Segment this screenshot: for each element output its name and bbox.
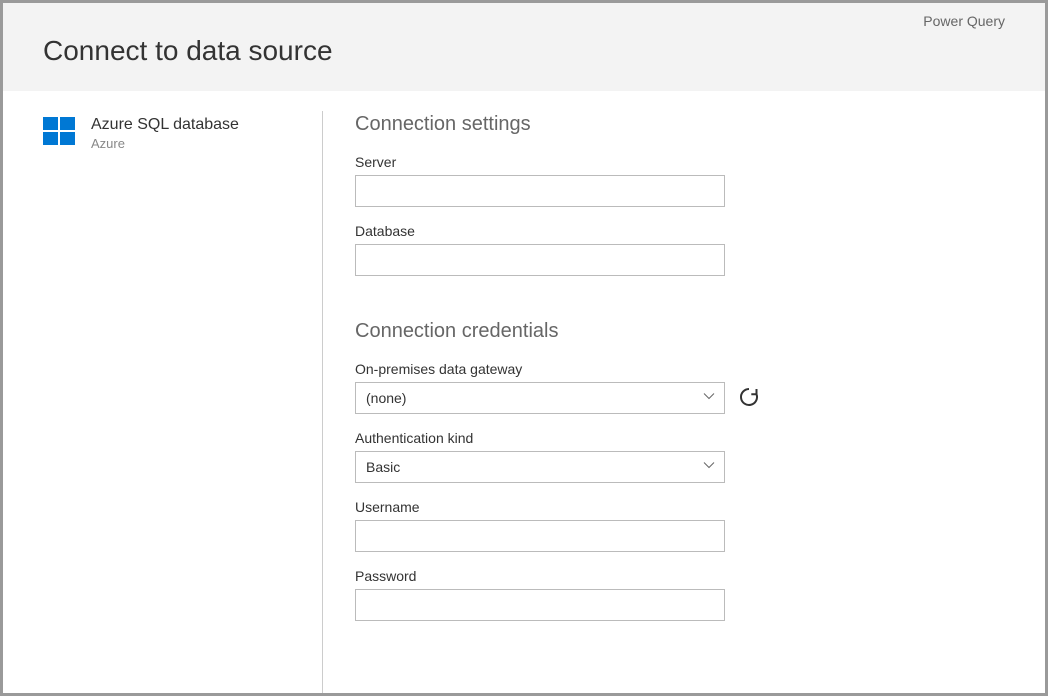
gateway-select[interactable]: (none) (355, 382, 725, 414)
source-name: Azure SQL database (91, 115, 239, 134)
auth-kind-label: Authentication kind (355, 430, 1005, 446)
page-title: Connect to data source (43, 35, 1005, 67)
refresh-gateway-button[interactable] (737, 385, 761, 412)
content-panel: Connection settings Server Database Conn… (323, 111, 1005, 693)
connection-credentials-title: Connection credentials (355, 320, 1005, 343)
data-source-item[interactable]: Azure SQL database Azure (43, 111, 302, 154)
connection-settings-title: Connection settings (355, 113, 1005, 136)
refresh-icon (739, 387, 759, 410)
sidebar: Azure SQL database Azure (43, 111, 323, 693)
app-frame: Power Query Connect to data source Azure… (0, 0, 1048, 696)
password-label: Password (355, 568, 1005, 584)
server-input[interactable] (355, 175, 725, 207)
app-name: Power Query (923, 13, 1005, 29)
username-input[interactable] (355, 520, 725, 552)
database-input[interactable] (355, 244, 725, 276)
username-label: Username (355, 499, 1005, 515)
password-input[interactable] (355, 589, 725, 621)
source-category: Azure (91, 136, 239, 151)
header: Power Query Connect to data source (3, 3, 1045, 91)
windows-icon (43, 115, 77, 154)
auth-kind-select[interactable]: Basic (355, 451, 725, 483)
server-label: Server (355, 154, 1005, 170)
gateway-label: On-premises data gateway (355, 361, 1005, 377)
main-area: Azure SQL database Azure Connection sett… (3, 91, 1045, 693)
database-label: Database (355, 223, 1005, 239)
